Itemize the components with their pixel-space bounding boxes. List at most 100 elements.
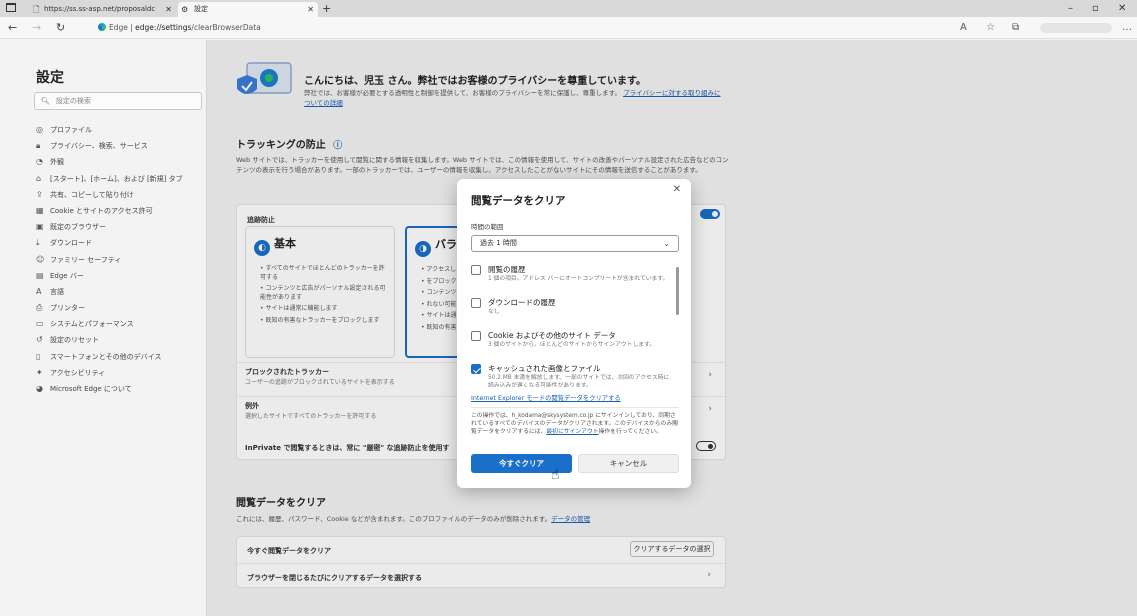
data-type-subtitle: 3 個のサイトから。ほとんどのサイトからサインアウトします。 [488, 342, 656, 348]
back-button[interactable]: ← [8, 21, 17, 34]
cookie-icon: ▦ [36, 205, 44, 215]
edge-bar-icon: ▤ [36, 270, 44, 280]
lock-icon: 🔒︎ [36, 141, 41, 151]
data-type-subtitle: 1 個の項目。アドレス バーにオートコンプリートが含まれています。 [488, 276, 669, 282]
checkbox[interactable] [471, 331, 481, 341]
download-icon: ⤓ [36, 238, 40, 248]
forward-button[interactable]: → [32, 21, 41, 34]
tab-settings[interactable]: ⚙ 設定 ✕ [178, 2, 318, 17]
close-tab-icon[interactable]: ✕ [307, 2, 314, 17]
chevron-down-icon: ⌄ [663, 239, 670, 248]
sidebar-item-label: Edge バー [50, 271, 84, 280]
sidebar-item[interactable]: ▦ Cookie とサイトのアクセス許可 [36, 203, 206, 219]
window-close-button[interactable]: ✕ [1118, 2, 1126, 15]
palette-icon: ◔ [36, 157, 43, 167]
refresh-button[interactable]: ↻ [56, 21, 65, 34]
tab-label: https://ss.ss-asp.net/proposaldc [44, 5, 156, 13]
more-menu-icon[interactable]: … [1122, 21, 1132, 34]
search-input[interactable]: 🔍︎ 設定の検索 [34, 92, 202, 110]
favorites-icon[interactable]: ☆ [986, 21, 995, 34]
sidebar-item-label: Cookie とサイトのアクセス許可 [50, 206, 153, 215]
data-type-item[interactable]: 閲覧の履歴 1 個の項目。アドレス バーにオートコンプリートが含まれています。 [471, 263, 671, 296]
tab-bar: 🗋 https://ss.ss-asp.net/proposaldc ✕ ⚙ 設… [0, 0, 1137, 17]
read-aloud-icon[interactable]: A [960, 21, 967, 34]
data-type-subtitle: なし [488, 309, 500, 315]
checkbox[interactable] [471, 265, 481, 275]
url-field[interactable]: Edge | edge://settings/clearBrowserData [98, 22, 261, 34]
sidebar-item-label: [スタート]、[ホーム]、および [新規] タブ [50, 174, 183, 183]
time-range-value: 過去 1 時間 [480, 239, 517, 247]
sidebar-item[interactable]: ▤ Edge バー [36, 268, 206, 284]
dialog-scrollbar[interactable] [676, 267, 679, 315]
profile-icon: ◎ [36, 125, 43, 134]
tab-proposal[interactable]: 🗋 https://ss.ss-asp.net/proposaldc ✕ [30, 2, 176, 17]
data-type-item[interactable]: ダウンロードの履歴 なし [471, 296, 671, 329]
cancel-button[interactable]: キャンセル [578, 454, 679, 473]
data-type-item[interactable]: キャッシュされた画像とファイル 50.2 MB 未満を解放します。一部のサイトでは… [471, 362, 671, 387]
ie-mode-clear-link[interactable]: Internet Explorer モードの閲覧データをクリアする [471, 393, 621, 402]
sidebar-item[interactable]: 🔒︎ プライバシー、検索、サービス [36, 138, 206, 154]
close-tab-icon[interactable]: ✕ [165, 2, 172, 17]
data-type-title: キャッシュされた画像とファイル [488, 364, 601, 373]
sidebar-item[interactable]: ◔ 外観 [36, 154, 206, 170]
profile-button[interactable] [1040, 23, 1112, 33]
sidebar-item-label: 言語 [50, 287, 64, 296]
url-host: edge://settings [135, 23, 192, 32]
search-icon: 🔍︎ [41, 97, 50, 105]
checkbox[interactable] [471, 364, 481, 374]
printer-icon: ⎙ [36, 303, 43, 313]
checkbox[interactable] [471, 298, 481, 308]
sync-note-tail: 操作を行ってください。 [598, 429, 662, 435]
sidebar-item[interactable]: ◎ プロファイル [36, 122, 206, 138]
family-icon: ☺ [36, 254, 45, 264]
system-icon: ▭ [36, 319, 44, 329]
language-icon: A [36, 286, 42, 296]
sidebar-item[interactable]: ◕ Microsoft Edge について [36, 381, 206, 397]
sidebar-item[interactable]: ▭ システムとパフォーマンス [36, 316, 206, 332]
sidebar-item[interactable]: ⌂ [スタート]、[ホーム]、および [新規] タブ [36, 171, 206, 187]
sidebar-item-label: プライバシー、検索、サービス [50, 142, 148, 151]
address-bar: ← → ↻ Edge | edge://settings/clearBrowse… [0, 17, 1137, 39]
tab-actions-icon[interactable] [6, 3, 16, 12]
data-type-list: 閲覧の履歴 1 個の項目。アドレス バーにオートコンプリートが含まれています。 ダウ… [471, 263, 671, 387]
url-path: /clearBrowserData [191, 23, 261, 32]
sidebar-item[interactable]: ▣ 既定のブラウザー [36, 219, 206, 235]
data-type-title: 閲覧の履歴 [488, 265, 526, 274]
close-icon[interactable]: ✕ [673, 184, 681, 195]
hand-cursor-icon: ☝ [551, 467, 560, 483]
sidebar-item-label: アクセシビリティ [50, 368, 106, 377]
restore-button[interactable]: ▫ [1092, 2, 1099, 15]
sidebar-item-label: ダウンロード [50, 239, 92, 248]
browser-icon: ▣ [36, 222, 44, 232]
url-prefix: Edge [109, 23, 128, 32]
sidebar-item[interactable]: ↺ 設定のリセット [36, 332, 206, 348]
sign-out-link[interactable]: 最初にサインアウト [546, 429, 598, 435]
reset-icon: ↺ [36, 335, 43, 345]
data-type-title: Cookie およびその他のサイト データ [488, 331, 616, 340]
sidebar-item[interactable]: ☺ ファミリー セーフティ [36, 252, 206, 268]
collections-icon[interactable]: ⧉ [1012, 21, 1019, 34]
dialog-title: 閲覧データをクリア [471, 195, 566, 207]
share-icon: ⇪ [36, 189, 43, 199]
sidebar-item-label: 既定のブラウザー [50, 223, 106, 232]
divider [471, 407, 679, 408]
sidebar-item[interactable]: ⤓ ダウンロード [36, 235, 206, 251]
edge-icon [98, 23, 106, 31]
sidebar-item[interactable]: ⎙ プリンター [36, 300, 206, 316]
tab-label: 設定 [194, 5, 208, 13]
phone-icon: ▯ [36, 351, 41, 361]
time-range-select[interactable]: 過去 1 時間 ⌄ [471, 235, 679, 252]
sidebar-item[interactable]: ▯ スマートフォンとその他のデバイス [36, 349, 206, 365]
sidebar-item[interactable]: ⇪ 共有、コピーして貼り付け [36, 187, 206, 203]
sidebar-item-label: スマートフォンとその他のデバイス [50, 352, 162, 361]
sidebar-item-label: 設定のリセット [50, 336, 99, 345]
minimize-button[interactable]: – [1068, 2, 1073, 15]
data-type-title: ダウンロードの履歴 [488, 298, 556, 307]
sidebar-item-label: プロファイル [50, 126, 92, 134]
sidebar-item[interactable]: ✦ アクセシビリティ [36, 365, 206, 381]
data-type-subtitle: 50.2 MB 未満を解放します。一部のサイトでは、次回のアクセス時に読み込みが… [488, 375, 670, 387]
data-type-item[interactable]: Cookie およびその他のサイト データ 3 個のサイトから。ほとんどのサイトか… [471, 329, 671, 362]
sidebar-item[interactable]: A 言語 [36, 284, 206, 300]
new-tab-button[interactable]: + [322, 2, 331, 15]
page-title: 設定 [36, 70, 64, 86]
